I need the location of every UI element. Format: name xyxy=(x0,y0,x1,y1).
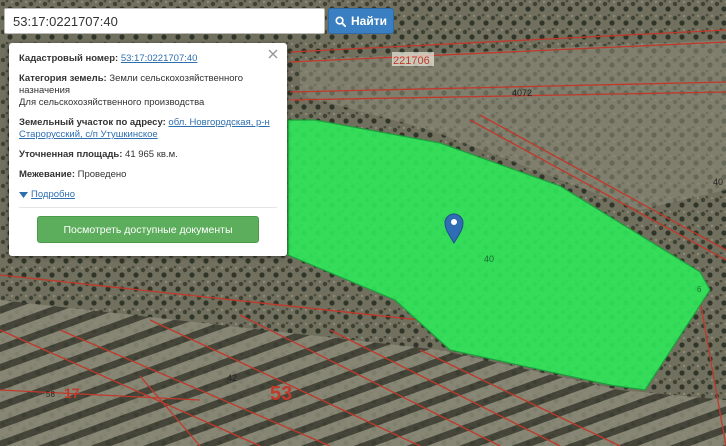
category-row: Категория земель: Земли сельскохозяйстве… xyxy=(19,73,277,109)
survey-row: Межевание: Проведено xyxy=(19,169,277,181)
district-label: 17 xyxy=(64,385,80,401)
survey-value: Проведено xyxy=(77,169,127,180)
parcel-label-6: 6 xyxy=(697,285,702,294)
parcel-label-40: 40 xyxy=(484,254,494,264)
triangle-down-icon xyxy=(19,191,28,198)
cadastral-row: Кадастровый номер: 53:17:0221707:40 xyxy=(19,53,277,65)
address-label: Земельный участок по адресу: xyxy=(19,117,166,128)
parcel-label-40-right: 40 xyxy=(713,177,723,187)
survey-label: Межевание: xyxy=(19,169,75,180)
region-label: 53 xyxy=(270,383,292,405)
category-use: Для сельскохозяйственного производства xyxy=(19,97,205,108)
category-label: Категория земель: xyxy=(19,73,107,84)
area-row: Уточненная площадь: 41 965 кв.м. xyxy=(19,149,277,161)
search-input[interactable] xyxy=(4,8,325,34)
close-icon[interactable] xyxy=(266,47,280,61)
search-icon xyxy=(335,15,346,27)
cadastral-label: Кадастровый номер: xyxy=(19,53,119,64)
parcel-label-42: 42 xyxy=(227,373,237,383)
search-bar xyxy=(4,8,325,34)
search-button-label: Найти xyxy=(351,14,387,28)
parcel-label-58: 58 xyxy=(46,390,55,399)
address-row: Земельный участок по адресу: обл. Новгор… xyxy=(19,117,277,141)
parcel-info-popup: Кадастровый номер: 53:17:0221707:40 Кате… xyxy=(9,43,287,256)
divider xyxy=(19,207,277,208)
more-details-label: Подробно xyxy=(31,189,75,200)
block-label: 221706 xyxy=(393,55,430,67)
view-documents-button[interactable]: Посмотреть доступные документы xyxy=(37,216,259,243)
cadastral-link[interactable]: 53:17:0221707:40 xyxy=(121,53,198,64)
area-label: Уточненная площадь: xyxy=(19,149,123,160)
more-details-toggle[interactable]: Подробно xyxy=(19,189,277,201)
search-button[interactable]: Найти xyxy=(328,8,394,34)
area-value: 41 965 кв.м. xyxy=(125,149,178,160)
parcel-label-4072: 4072 xyxy=(512,88,532,98)
